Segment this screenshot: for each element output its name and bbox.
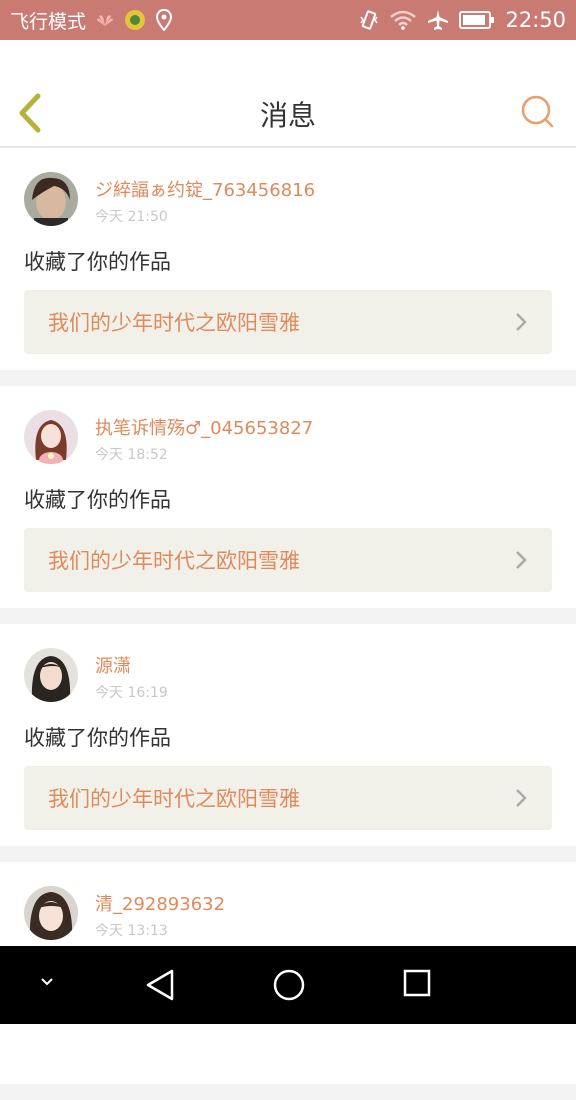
airplane-icon — [427, 9, 449, 31]
location-icon — [156, 9, 173, 31]
status-bar: 飞行模式 22:50 — [0, 0, 576, 40]
action-text: 收藏了你的作品 — [24, 250, 171, 274]
chevron-down-icon — [41, 978, 53, 986]
circle-home-icon — [273, 969, 305, 1001]
work-link[interactable]: 我们的少年时代之欧阳雪雅 — [24, 290, 552, 354]
message-item: ジ綷諨ぁ约锭_763456816 今天 21:50 收藏了你的作品 我们的少年时… — [0, 148, 576, 370]
username[interactable]: 源潇 — [95, 652, 131, 678]
work-title: 我们的少年时代之欧阳雪雅 — [48, 787, 300, 811]
triangle-back-icon — [146, 969, 174, 1001]
message-item: 执笔诉情殇♂_045653827 今天 18:52 收藏了你的作品 我们的少年时… — [0, 386, 576, 608]
app-icon — [124, 9, 146, 31]
wifi-icon — [389, 10, 417, 30]
chevron-right-icon — [516, 551, 527, 569]
timestamp: 今天 18:52 — [95, 447, 168, 463]
avatar[interactable] — [24, 886, 78, 940]
search-button[interactable] — [520, 94, 556, 130]
system-navigation-bar — [0, 946, 576, 1024]
avatar[interactable] — [24, 410, 78, 464]
avatar[interactable] — [24, 648, 78, 702]
action-text: 收藏了你的作品 — [24, 726, 171, 750]
timestamp: 今天 21:50 — [95, 209, 168, 225]
work-title: 我们的少年时代之欧阳雪雅 — [48, 311, 300, 335]
timestamp: 今天 16:19 — [95, 685, 168, 701]
square-recents-icon — [403, 969, 431, 997]
battery-icon — [459, 11, 495, 29]
huawei-icon — [96, 13, 114, 27]
message-item: 源潇 今天 16:19 收藏了你的作品 我们的少年时代之欧阳雪雅 — [0, 624, 576, 846]
search-icon — [521, 95, 554, 128]
recents-nav-button[interactable] — [402, 968, 432, 1002]
action-text: 收藏了你的作品 — [24, 488, 171, 512]
avatar[interactable] — [24, 172, 78, 226]
airplane-mode-text: 飞行模式 — [10, 10, 87, 33]
home-nav-button[interactable] — [272, 968, 306, 1006]
back-nav-button[interactable] — [144, 968, 176, 1006]
navigation-bar: 消息 — [0, 74, 576, 148]
timestamp: 今天 13:13 — [95, 923, 168, 939]
username[interactable]: 执笔诉情殇♂_045653827 — [95, 414, 313, 440]
hide-nav-button[interactable] — [36, 974, 58, 994]
work-title: 我们的少年时代之欧阳雪雅 — [48, 549, 300, 573]
username[interactable]: 清_292893632 — [95, 890, 225, 916]
vibrate-icon — [359, 9, 379, 31]
page-title: 消息 — [259, 99, 316, 132]
work-link[interactable]: 我们的少年时代之欧阳雪雅 — [24, 528, 552, 592]
chevron-right-icon — [516, 313, 527, 331]
work-link[interactable]: 我们的少年时代之欧阳雪雅 — [24, 766, 552, 830]
clock: 22:50 — [505, 8, 566, 32]
username[interactable]: ジ綷諨ぁ约锭_763456816 — [95, 176, 315, 202]
chevron-right-icon — [516, 789, 527, 807]
